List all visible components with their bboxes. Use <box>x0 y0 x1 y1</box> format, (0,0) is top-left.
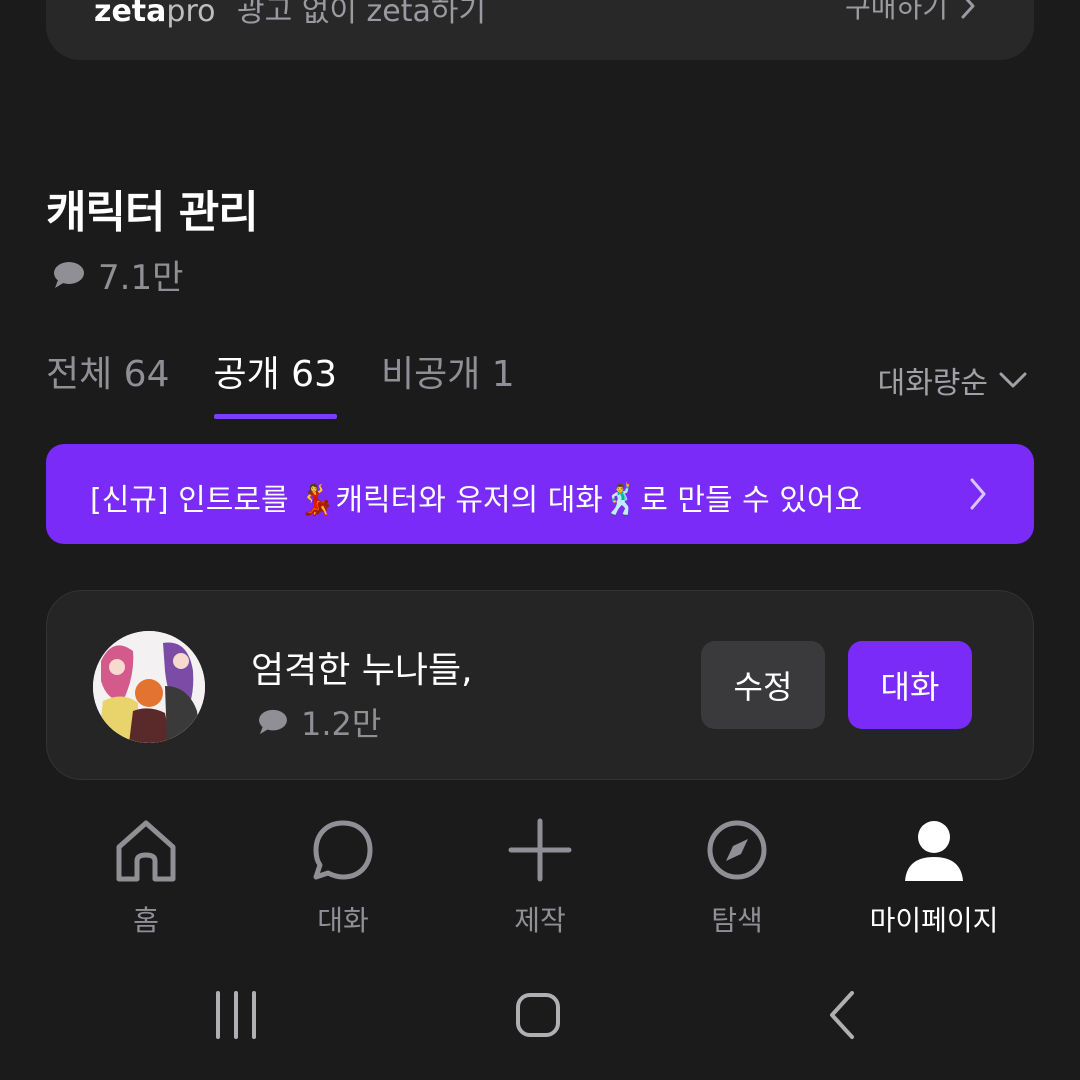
promo-link[interactable]: 구매하기 <box>845 0 976 26</box>
promo-brand: zeta <box>94 0 167 29</box>
chat-count-icon <box>54 261 84 288</box>
nav-explore-label: 탐색 <box>711 904 763 937</box>
nav-mypage-label: 마이페이지 <box>869 904 999 937</box>
user-icon <box>905 821 963 881</box>
tab-private[interactable]: 비공개 1 <box>381 345 515 411</box>
home-button-icon[interactable] <box>514 985 562 1045</box>
bottom-nav: 홈 대화 제작 탐색 마이페이지 <box>0 815 1080 945</box>
character-chat-count-value: 1.2만 <box>301 705 382 743</box>
total-chat-count-value: 7.1만 <box>98 258 184 298</box>
chat-count-icon <box>259 709 287 735</box>
page-title: 캐릭터 관리 <box>46 187 259 238</box>
character-avatar[interactable] <box>93 631 205 743</box>
home-icon <box>116 820 176 882</box>
announcement-banner[interactable]: [신규] 인트로를 💃캐릭터와 유저의 대화🕺로 만들 수 있어요 <box>46 444 1034 544</box>
edit-button[interactable]: 수정 <box>701 641 825 729</box>
nav-chat-label: 대화 <box>317 904 369 937</box>
character-card: 엄격한 누나들, 1.2만 수정 대화 <box>46 590 1034 780</box>
recent-apps-icon[interactable] <box>214 985 258 1045</box>
promo-pro: pro <box>166 0 216 29</box>
chat-button[interactable]: 대화 <box>848 641 972 729</box>
promo-card[interactable]: zetapro 광고 없이 zeta하기 구매하기 <box>46 0 1034 60</box>
nav-home-label: 홈 <box>133 904 159 937</box>
nav-create-label: 제작 <box>514 904 566 937</box>
chevron-right-icon <box>970 478 986 510</box>
character-name: 엄격한 누나들, <box>251 650 473 691</box>
promo-link-label: 구매하기 <box>844 0 948 24</box>
plus-icon <box>508 818 572 882</box>
nav-mypage[interactable]: 마이페이지 <box>834 815 1034 939</box>
chat-bubble-icon <box>313 820 373 880</box>
sort-label: 대화량순 <box>877 366 988 401</box>
system-nav-bar <box>0 985 1080 1045</box>
promo-message: 광고 없이 zeta하기 <box>237 0 487 29</box>
total-chat-count: 7.1만 <box>52 250 183 299</box>
back-icon[interactable] <box>822 985 862 1045</box>
nav-chat[interactable]: 대화 <box>243 815 443 939</box>
chevron-down-icon <box>999 372 1027 388</box>
nav-create[interactable]: 제작 <box>440 815 640 939</box>
tab-all[interactable]: 전체 64 <box>46 345 170 411</box>
character-avatar-image <box>93 631 205 743</box>
sort-dropdown[interactable]: 대화량순 <box>878 358 1028 402</box>
chevron-right-icon <box>961 0 975 19</box>
tab-public[interactable]: 공개 63 <box>213 345 337 419</box>
banner-text: [신규] 인트로를 💃캐릭터와 유저의 대화🕺로 만들 수 있어요 <box>90 483 863 518</box>
visibility-tabs: 전체 64 공개 63 비공개 1 <box>46 345 515 419</box>
nav-home[interactable]: 홈 <box>46 815 246 939</box>
nav-explore[interactable]: 탐색 <box>637 815 837 939</box>
promo-text: zetapro 광고 없이 zeta하기 <box>94 0 486 30</box>
character-chat-count: 1.2만 <box>257 699 381 745</box>
compass-icon <box>707 820 767 880</box>
